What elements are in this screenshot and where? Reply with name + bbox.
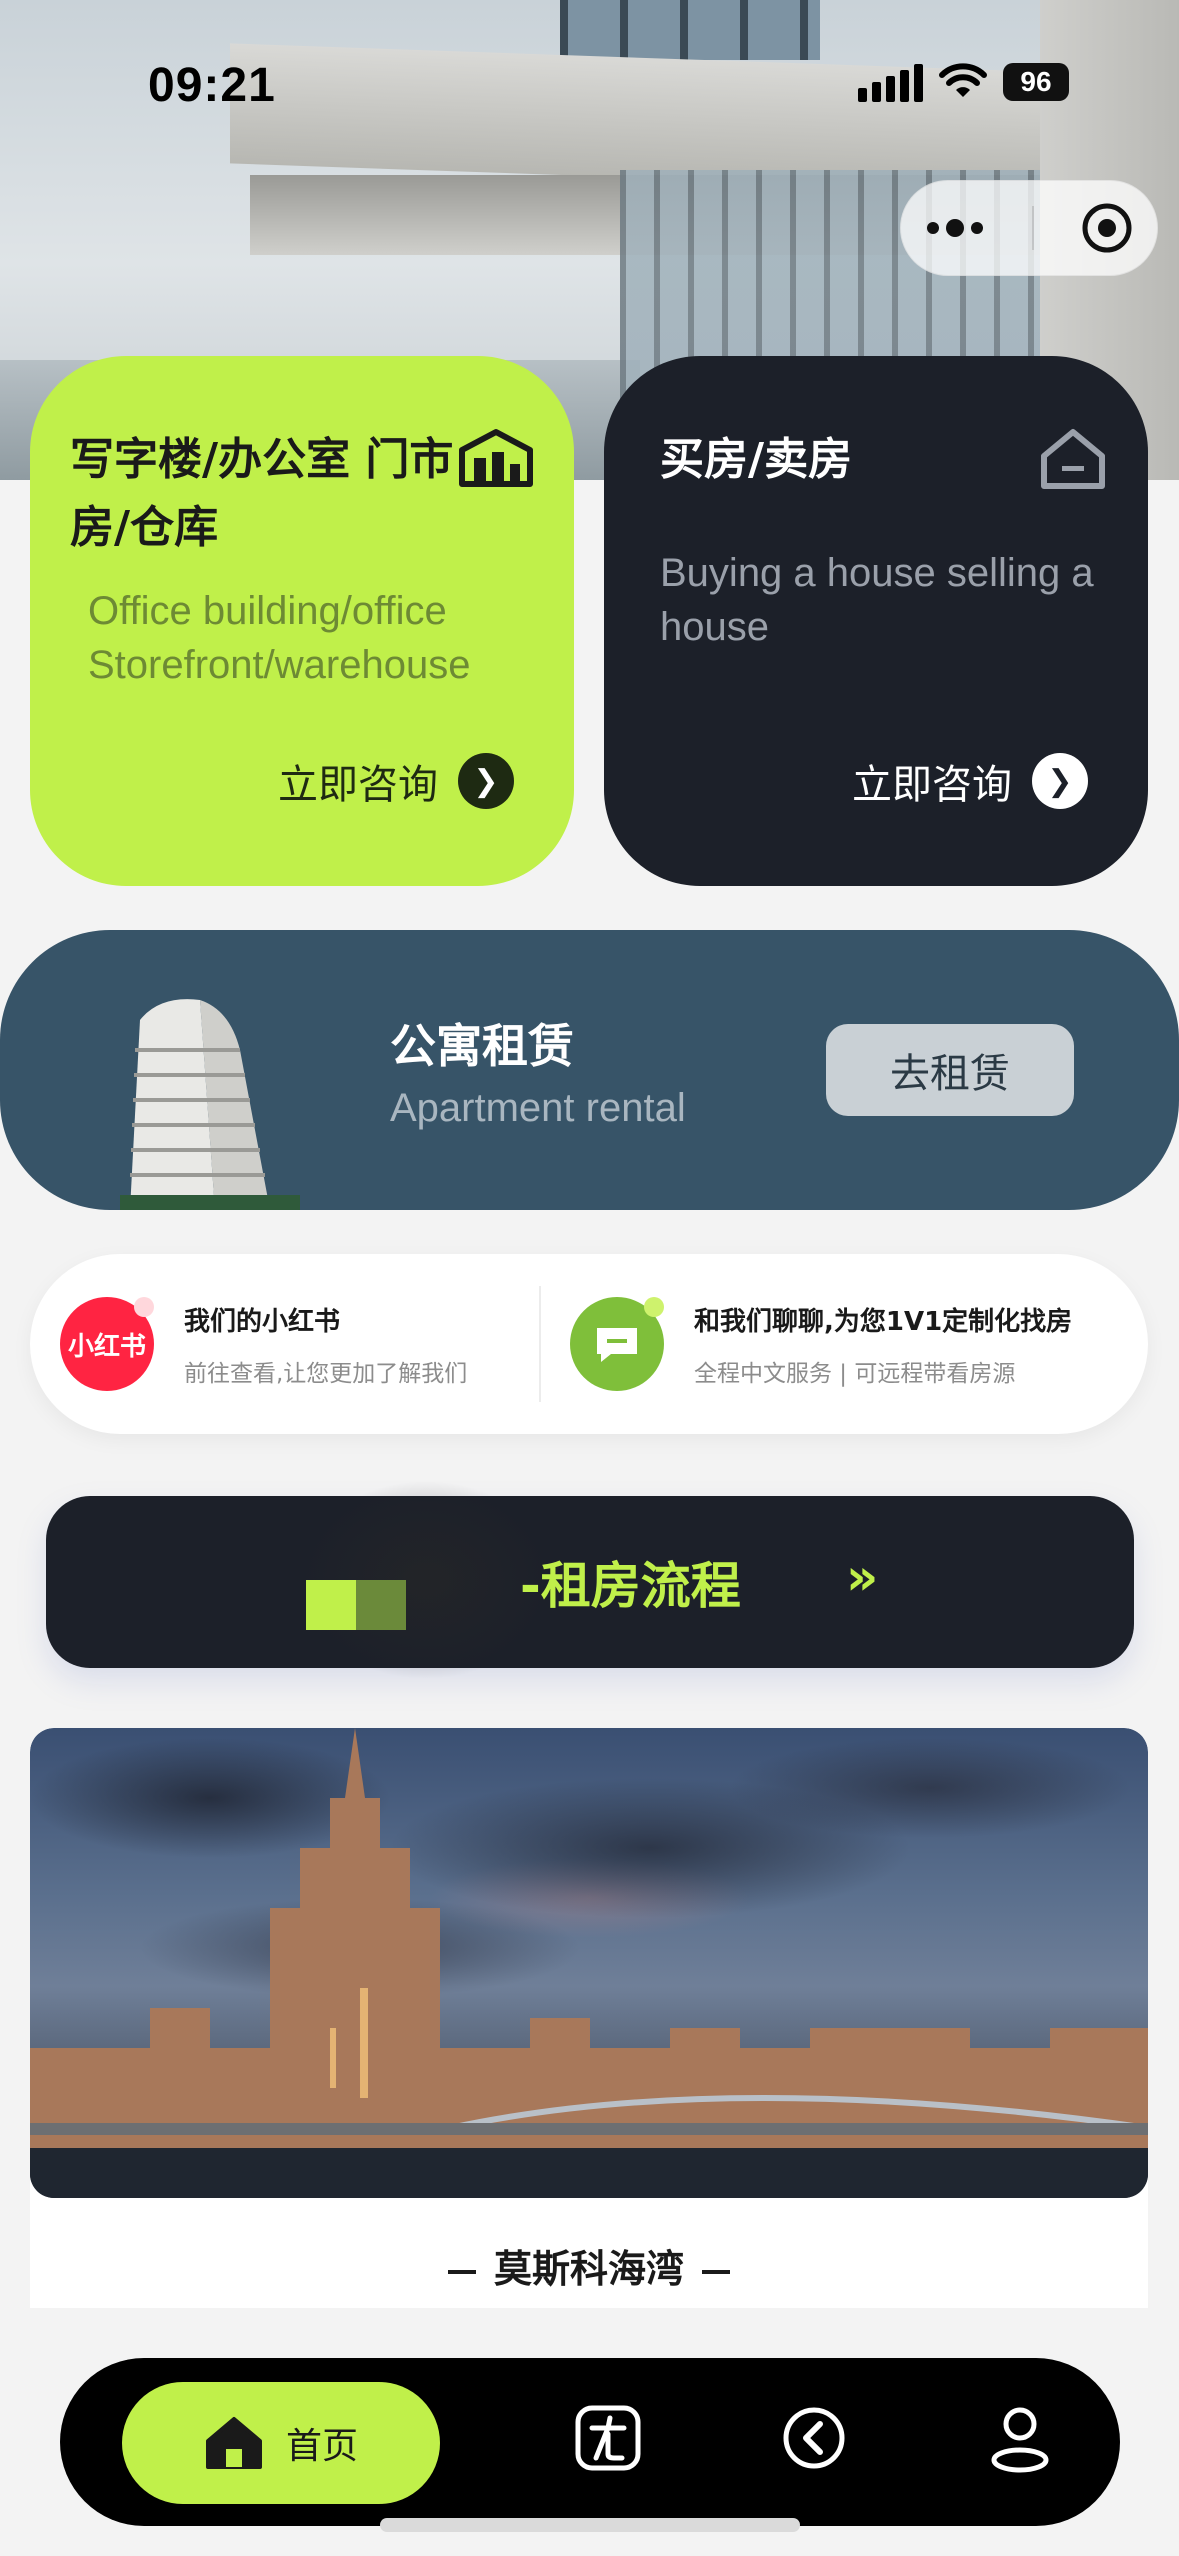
card-title: 写字楼/办公室 门市房/仓库 bbox=[70, 434, 454, 553]
rental-process-bar[interactable]: -租房流程 » bbox=[46, 1480, 1134, 1680]
discount-icon[interactable] bbox=[574, 2404, 642, 2472]
tab-home-label: 首页 bbox=[285, 2426, 358, 2467]
bottom-tab-bar: 首页 bbox=[60, 2358, 1120, 2526]
profile-icon[interactable] bbox=[986, 2404, 1054, 2474]
commercial-property-card[interactable]: 写字楼/办公室 门市房/仓库 Office building/office St… bbox=[30, 356, 574, 886]
link-title: 我们的小红书 bbox=[184, 1306, 341, 1337]
battery-icon: 96 bbox=[1003, 63, 1069, 101]
consult-label: 立即咨询 bbox=[852, 762, 1012, 808]
more-icon[interactable] bbox=[925, 218, 985, 238]
chevron-right-icon: ❯ bbox=[1032, 753, 1088, 809]
tab-home[interactable]: 首页 bbox=[122, 2382, 440, 2504]
chat-link[interactable]: 和我们聊聊,为您1V1定制化找房 全程中文服务 | 可远程带看房源 bbox=[570, 1254, 1072, 1434]
apartment-building-image bbox=[120, 999, 300, 1210]
apartment-subtitle: Apartment rental bbox=[390, 1086, 686, 1130]
chat-icon bbox=[570, 1297, 664, 1391]
apartment-title: 公寓租赁 bbox=[390, 1019, 574, 1073]
go-rent-button[interactable]: 去租赁 bbox=[826, 1024, 1074, 1116]
signal-icon bbox=[858, 62, 923, 102]
consult-button[interactable]: 立即咨询 ❯ bbox=[278, 752, 514, 810]
consult-button[interactable]: 立即咨询 ❯ bbox=[852, 752, 1088, 810]
buy-sell-card[interactable]: 买房/卖房 Buying a house selling a house 立即咨… bbox=[604, 356, 1148, 886]
consult-label: 立即咨询 bbox=[278, 762, 438, 808]
card-subtitle: Office building/office Storefront/wareho… bbox=[88, 589, 471, 687]
quick-links: 小红书 我们的小红书 前往查看,让您更加了解我们 和我们聊聊,为您1V1定制化找… bbox=[30, 1254, 1148, 1434]
process-label: -租房流程 bbox=[520, 1557, 741, 1615]
miniprogram-capsule bbox=[900, 180, 1158, 276]
history-icon[interactable] bbox=[780, 2404, 848, 2472]
location-card[interactable]: 莫斯科海湾 bbox=[30, 1728, 1148, 2308]
xiaohongshu-icon: 小红书 bbox=[60, 1297, 154, 1391]
chevron-right-icon: ❯ bbox=[458, 753, 514, 809]
capsule-divider bbox=[1031, 206, 1034, 250]
location-caption: 莫斯科海湾 bbox=[30, 2238, 1148, 2293]
moscow-skyline-photo bbox=[30, 1728, 1148, 2198]
process-icon bbox=[306, 1580, 406, 1630]
card-title: 买房/卖房 bbox=[660, 434, 853, 485]
double-chevron-right-icon: » bbox=[846, 1548, 879, 1606]
link-title: 和我们聊聊,为您1V1定制化找房 bbox=[694, 1306, 1073, 1337]
link-subtitle: 全程中文服务 | 可远程带看房源 bbox=[694, 1360, 1016, 1387]
home-indicator bbox=[380, 2518, 800, 2532]
card-subtitle: Buying a house selling a house bbox=[660, 551, 1094, 649]
wifi-icon bbox=[939, 63, 987, 97]
status-icons: 96 bbox=[858, 62, 1069, 102]
building-icon bbox=[459, 429, 533, 487]
divider bbox=[539, 1286, 541, 1402]
link-subtitle: 前往查看,让您更加了解我们 bbox=[184, 1360, 468, 1387]
status-time: 09:21 bbox=[148, 59, 276, 112]
home-icon bbox=[205, 2417, 262, 2469]
close-miniprogram-icon[interactable] bbox=[1081, 202, 1133, 254]
xiaohongshu-link[interactable]: 小红书 我们的小红书 前往查看,让您更加了解我们 bbox=[60, 1254, 467, 1434]
apartment-rental-banner[interactable]: 公寓租赁 Apartment rental 去租赁 bbox=[0, 930, 1179, 1210]
house-icon bbox=[1041, 429, 1105, 489]
